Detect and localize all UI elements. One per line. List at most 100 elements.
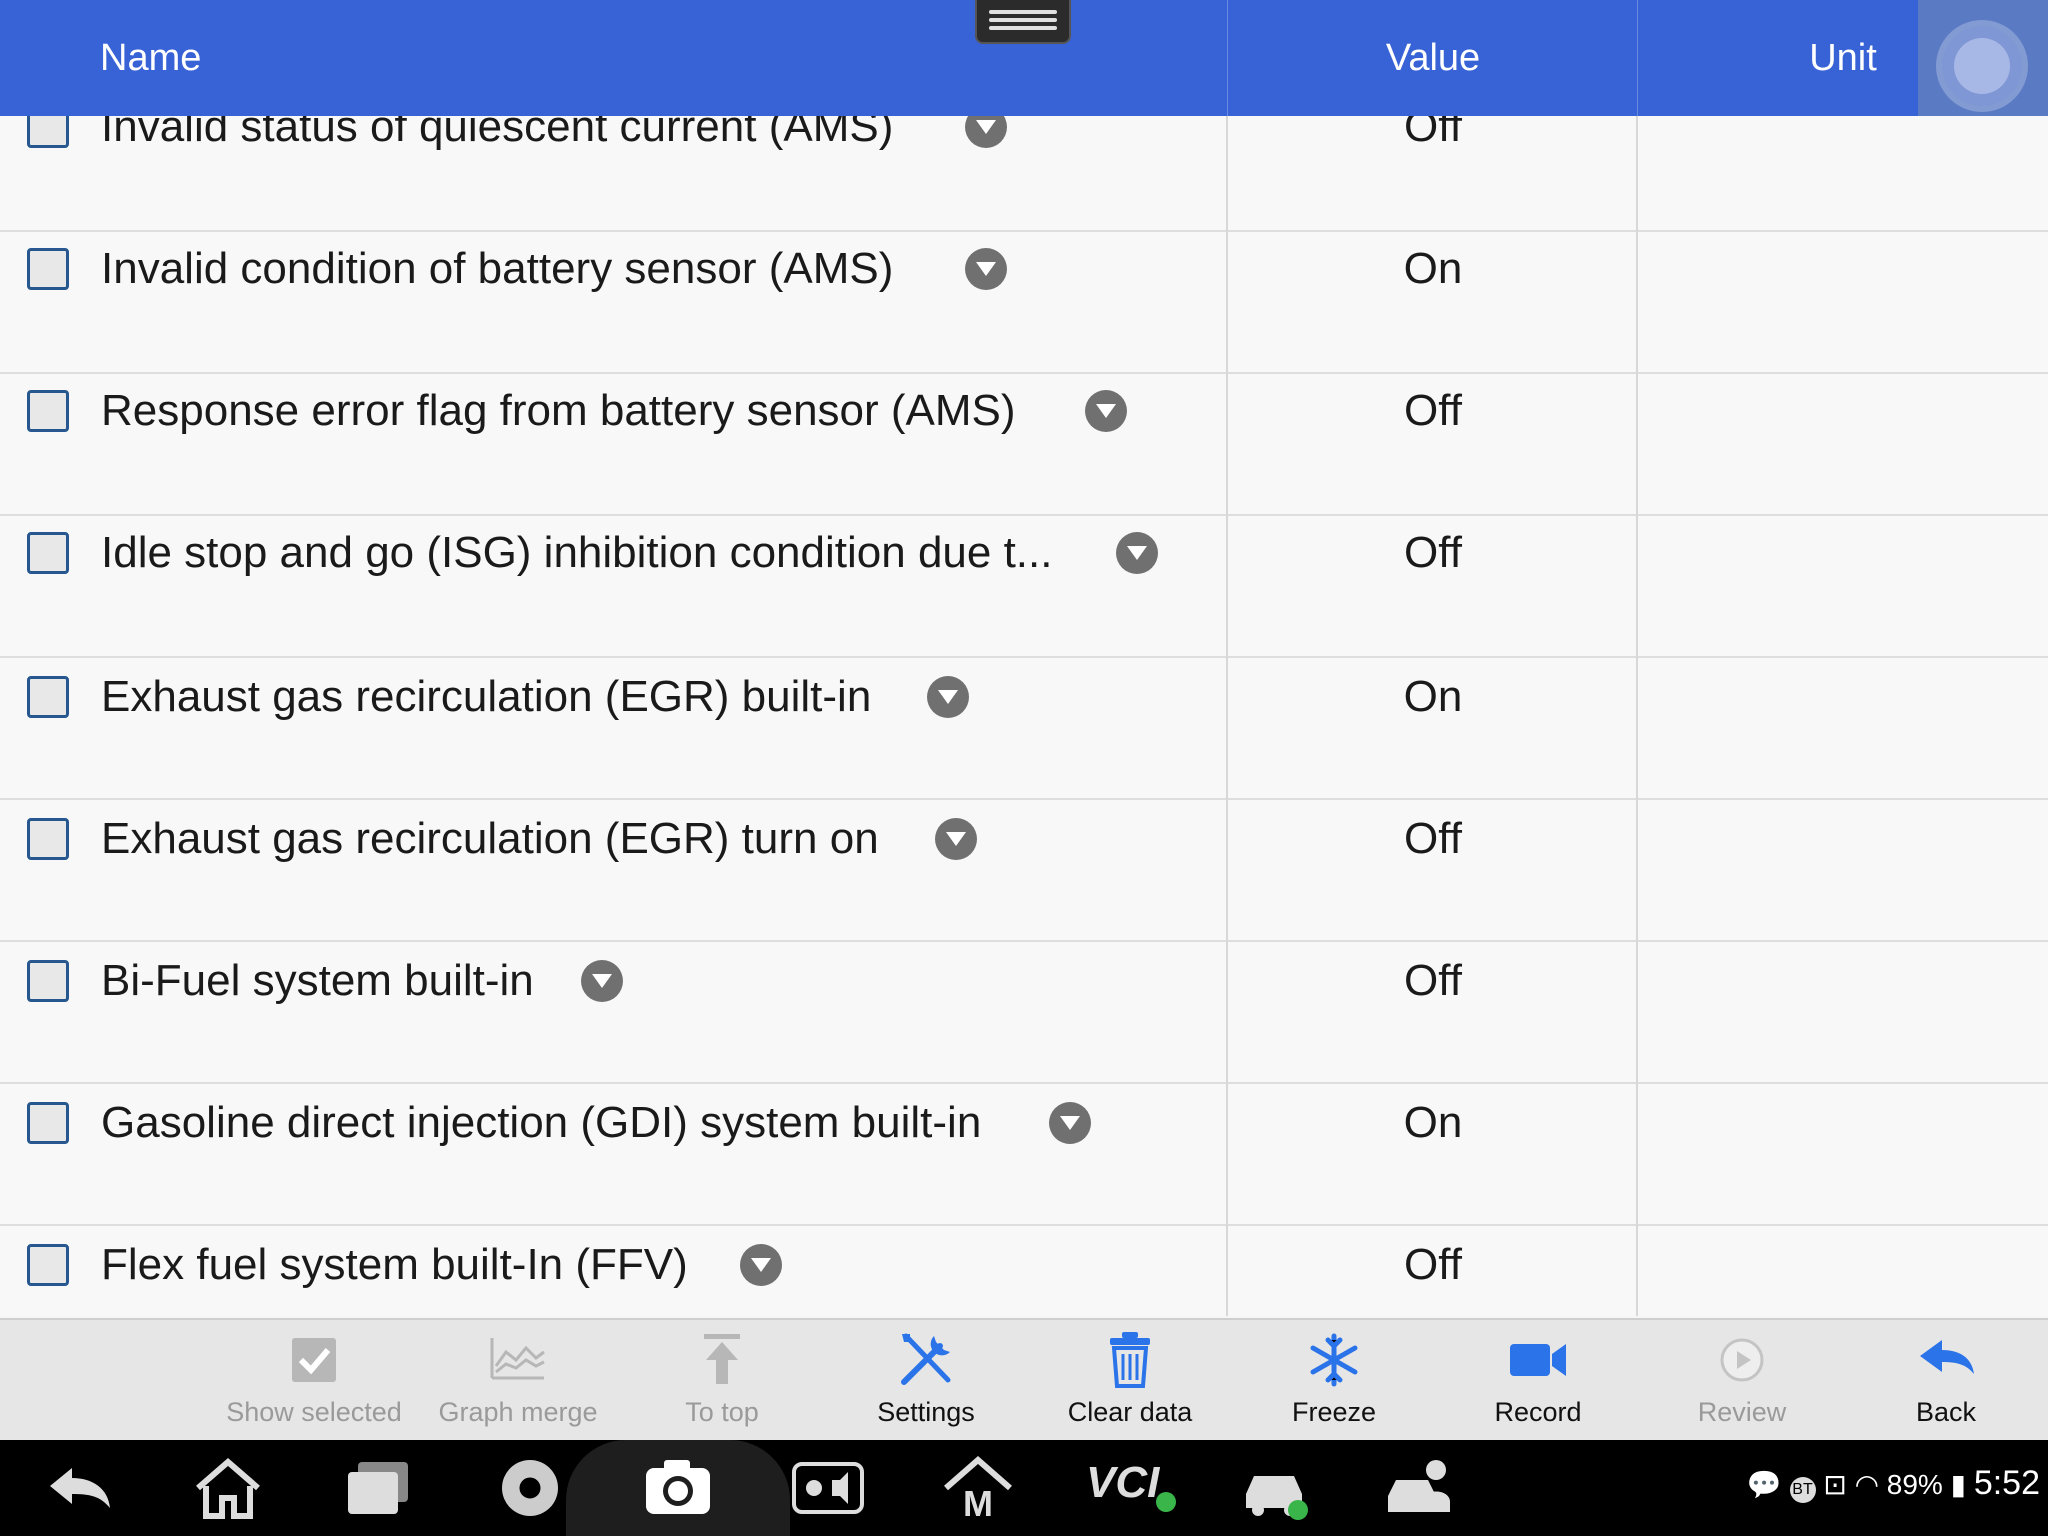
row-value: On (1403, 672, 1463, 721)
back-label: Back (1915, 1397, 1977, 1427)
snowflake-icon (1310, 1333, 1358, 1387)
row-value: On (1403, 244, 1463, 293)
row-checkbox[interactable] (27, 532, 69, 574)
back-icon[interactable] (44, 1454, 116, 1522)
expand-dropdown-icon[interactable] (965, 116, 1007, 148)
table-row[interactable]: Invalid status of quiescent current (AMS… (0, 116, 2048, 232)
freeze-button[interactable]: Freeze (1234, 1320, 1434, 1442)
checkbox-checked-icon (292, 1338, 336, 1382)
chat-icon: 💬 (1746, 1469, 1782, 1500)
table-row[interactable]: Invalid condition of battery sensor (AMS… (0, 232, 2048, 374)
table-row[interactable]: Exhaust gas recirculation (EGR) built-in… (0, 658, 2048, 800)
vci-icon[interactable]: VCI (1086, 1458, 1176, 1518)
table-row[interactable]: Exhaust gas recirculation (EGR) turn on … (0, 800, 2048, 942)
status-area: 💬 BT ⊡ ◠ 89% ▮ 5:52 (1747, 1464, 2040, 1503)
row-name: Exhaust gas recirculation (EGR) built-in (101, 672, 872, 721)
battery-percent: 89% (1886, 1469, 1943, 1500)
review-button[interactable]: Review (1642, 1320, 1842, 1442)
clear-data-label: Clear data (1067, 1397, 1193, 1427)
row-value: Off (1404, 1240, 1462, 1289)
back-button[interactable]: Back (1846, 1320, 2046, 1442)
column-divider (1636, 116, 1638, 1316)
row-checkbox[interactable] (27, 248, 69, 290)
row-name: Response error flag from battery sensor … (101, 386, 1016, 435)
row-checkbox[interactable] (27, 818, 69, 860)
connected-check-icon (1156, 1492, 1176, 1512)
home-icon[interactable] (192, 1454, 264, 1522)
maxifix-icon[interactable]: M (942, 1454, 1014, 1522)
back-arrow-icon (1920, 1340, 1974, 1374)
clock: 5:52 (1973, 1464, 2040, 1502)
expand-dropdown-icon[interactable] (1049, 1102, 1091, 1144)
row-name: Invalid status of quiescent current (AMS… (101, 116, 894, 151)
row-value: Off (1404, 386, 1462, 435)
record-button[interactable]: Record (1438, 1320, 1638, 1442)
table-row[interactable]: Response error flag from battery sensor … (0, 374, 2048, 516)
expand-dropdown-icon[interactable] (581, 960, 623, 1002)
expand-dropdown-icon[interactable] (1085, 390, 1127, 432)
column-divider (1226, 116, 1228, 1316)
show-selected-label: Show selected (226, 1397, 402, 1427)
row-value: Off (1404, 116, 1462, 151)
battery-icon: ▮ (1950, 1469, 1967, 1500)
row-value: Off (1404, 814, 1462, 863)
row-name: Bi-Fuel system built-in (101, 956, 534, 1005)
expand-dropdown-icon[interactable] (935, 818, 977, 860)
wifi-icon: ◠ (1854, 1469, 1879, 1500)
row-checkbox[interactable] (27, 116, 69, 148)
table-row[interactable]: Idle stop and go (ISG) inhibition condit… (0, 516, 2048, 658)
row-name: Flex fuel system built-In (FFV) (101, 1240, 688, 1289)
brightness-volume-icon[interactable] (792, 1454, 864, 1522)
table-row[interactable]: Bi-Fuel system built-in Off (0, 942, 2048, 1084)
wrench-screwdriver-icon (901, 1333, 951, 1385)
video-camera-icon (1510, 1344, 1566, 1376)
play-circle-icon (1720, 1338, 1764, 1382)
row-checkbox[interactable] (27, 1102, 69, 1144)
expand-dropdown-icon[interactable] (740, 1244, 782, 1286)
camera-icon[interactable] (642, 1454, 714, 1522)
row-name: Gasoline direct injection (GDI) system b… (101, 1098, 982, 1147)
row-name: Idle stop and go (ISG) inhibition condit… (101, 528, 1053, 577)
chrome-icon[interactable] (494, 1454, 566, 1522)
show-selected-button[interactable]: Show selected (214, 1320, 414, 1442)
trash-icon (1110, 1332, 1150, 1388)
floating-assist-button[interactable] (1918, 0, 2048, 128)
expand-dropdown-icon[interactable] (965, 248, 1007, 290)
table-row[interactable]: Flex fuel system built-In (FFV) Off (0, 1226, 2048, 1316)
to-top-button[interactable]: To top (622, 1320, 822, 1442)
settings-button[interactable]: Settings (826, 1320, 1026, 1442)
row-name: Invalid condition of battery sensor (AMS… (101, 244, 894, 293)
row-value: Off (1404, 956, 1462, 1005)
graph-merge-label: Graph merge (438, 1397, 598, 1427)
system-navigation-bar: M VCI 💬 BT ⊡ ◠ 89% ▮ 5:52 (0, 1440, 2048, 1536)
graph-merge-button[interactable]: Graph merge (418, 1320, 618, 1442)
svg-text:M: M (963, 1483, 993, 1522)
record-label: Record (1494, 1397, 1582, 1427)
row-checkbox[interactable] (27, 960, 69, 1002)
pull-down-handle[interactable] (975, 0, 1071, 44)
row-value: On (1403, 1098, 1463, 1147)
expand-dropdown-icon[interactable] (927, 676, 969, 718)
column-header-value: Value (1385, 37, 1481, 79)
car-check-icon[interactable] (1240, 1454, 1312, 1522)
clear-data-button[interactable]: Clear data (1030, 1320, 1230, 1442)
row-name: Exhaust gas recirculation (EGR) turn on (101, 814, 879, 863)
assistive-touch-icon (1942, 26, 2022, 106)
expand-dropdown-icon[interactable] (1116, 532, 1158, 574)
vci-label: VCI (1086, 1458, 1160, 1507)
row-value: Off (1404, 528, 1462, 577)
graph-merge-icon (490, 1338, 545, 1380)
car-service-icon[interactable] (1384, 1454, 1456, 1522)
bottom-toolbar: Show selected Graph merge To top Setting… (0, 1318, 2048, 1442)
row-checkbox[interactable] (27, 390, 69, 432)
review-label: Review (1697, 1397, 1787, 1427)
bluetooth-badge: BT (1789, 1477, 1816, 1503)
row-checkbox[interactable] (27, 676, 69, 718)
freeze-label: Freeze (1291, 1397, 1377, 1427)
to-top-label: To top (685, 1397, 759, 1427)
network-icon: ⊡ (1823, 1469, 1847, 1500)
recent-apps-icon[interactable] (342, 1454, 414, 1522)
row-checkbox[interactable] (27, 1244, 69, 1286)
table-row[interactable]: Gasoline direct injection (GDI) system b… (0, 1084, 2048, 1226)
data-stream-list[interactable]: Invalid status of quiescent current (AMS… (0, 116, 2048, 1316)
